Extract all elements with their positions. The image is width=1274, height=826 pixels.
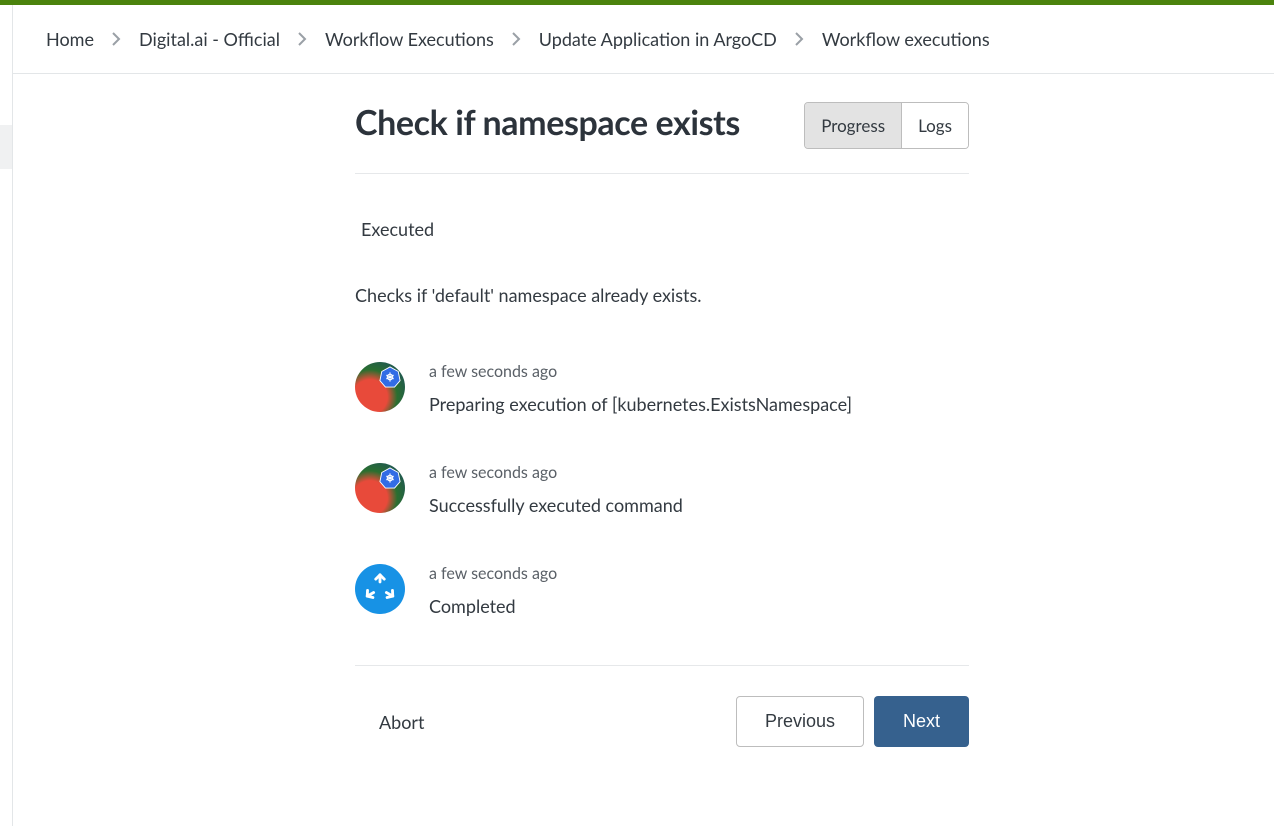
breadcrumb: Home Digital.ai - Official Workflow Exec… (13, 5, 1274, 74)
page-title: Check if namespace exists (355, 102, 740, 143)
breadcrumb-digitalai[interactable]: Digital.ai - Official (139, 28, 280, 50)
content-panel: Check if namespace exists Progress Logs … (355, 102, 969, 747)
left-rail (0, 5, 13, 826)
log-item: a few seconds ago Preparing execution of… (355, 362, 969, 415)
chevron-right-icon (298, 32, 307, 46)
log-item-body: a few seconds ago Preparing execution of… (429, 362, 852, 415)
tab-logs[interactable]: Logs (901, 103, 968, 148)
breadcrumb-update-app-argocd[interactable]: Update Application in ArgoCD (539, 28, 777, 50)
log-item-body: a few seconds ago Successfully executed … (429, 463, 683, 516)
log-message: Preparing execution of [kubernetes.Exist… (429, 393, 852, 415)
kubernetes-icon (355, 463, 405, 513)
completed-icon (355, 564, 405, 614)
log-item: a few seconds ago Successfully executed … (355, 463, 969, 516)
view-tabs: Progress Logs (804, 102, 969, 149)
nav-buttons: Previous Next (736, 696, 969, 747)
footer-actions: Abort Previous Next (355, 665, 969, 747)
log-timestamp: a few seconds ago (429, 564, 557, 583)
log-timestamp: a few seconds ago (429, 463, 683, 482)
main-area: Check if namespace exists Progress Logs … (13, 74, 1274, 747)
log-item-body: a few seconds ago Completed (429, 564, 557, 617)
log-timestamp: a few seconds ago (429, 362, 852, 381)
abort-button[interactable]: Abort (379, 711, 424, 733)
status-section: Executed Checks if 'default' namespace a… (355, 174, 969, 617)
status-badge: Executed (361, 218, 969, 240)
breadcrumb-home[interactable]: Home (46, 28, 94, 50)
next-button[interactable]: Next (874, 696, 969, 747)
breadcrumb-workflow-executions[interactable]: Workflow Executions (325, 28, 494, 50)
log-message: Successfully executed command (429, 494, 683, 516)
log-item: a few seconds ago Completed (355, 564, 969, 617)
chevron-right-icon (795, 32, 804, 46)
breadcrumb-current[interactable]: Workflow executions (822, 28, 990, 50)
status-description: Checks if 'default' namespace already ex… (355, 284, 969, 306)
title-row: Check if namespace exists Progress Logs (355, 102, 969, 174)
left-rail-active-indicator (0, 125, 12, 169)
log-message: Completed (429, 595, 557, 617)
chevron-right-icon (112, 32, 121, 46)
kubernetes-icon (355, 362, 405, 412)
tab-progress[interactable]: Progress (805, 103, 901, 148)
previous-button[interactable]: Previous (736, 696, 864, 747)
chevron-right-icon (512, 32, 521, 46)
